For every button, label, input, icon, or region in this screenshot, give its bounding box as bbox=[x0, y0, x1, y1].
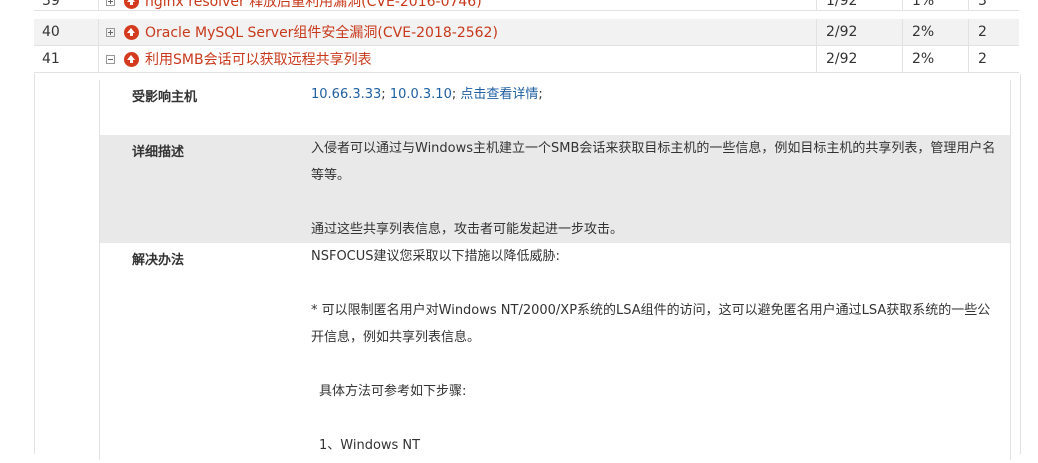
host-percent: 2% bbox=[912, 51, 935, 67]
description-row: 详细描述 入侵者可以通过与Windows主机建立一个SMB会话来获取目标主机的一… bbox=[100, 135, 1010, 243]
description-label: 详细描述 bbox=[132, 145, 185, 160]
host-ratio: 2/92 bbox=[826, 51, 858, 67]
solution-text: 1、Windows NT bbox=[319, 438, 421, 453]
vuln-detail-panel: 受影响主机 10.66.3.33; 10.0.3.10; 点击查看详情; 详细描… bbox=[34, 74, 1021, 460]
description-text: 通过这些共享列表信息，攻击者可能发起进一步攻击。 bbox=[311, 222, 624, 237]
expand-icon[interactable] bbox=[106, 0, 115, 6]
high-risk-icon bbox=[124, 51, 139, 67]
vuln-name-link[interactable]: Oracle MySQL Server组件安全漏洞(CVE-2018-2562) bbox=[145, 22, 498, 42]
row-index: 39 bbox=[42, 0, 60, 9]
solution-text: NSFOCUS建议您采取以下措施以降低威胁: bbox=[311, 249, 560, 264]
vuln-name-link[interactable]: 利用SMB会话可以获取远程共享列表 bbox=[145, 49, 372, 69]
high-risk-icon bbox=[124, 24, 139, 40]
row-index: 40 bbox=[42, 24, 60, 40]
vuln-detail-table: 受影响主机 10.66.3.33; 10.0.3.10; 点击查看详情; 详细描… bbox=[99, 80, 1011, 460]
view-details-link[interactable]: 点击查看详情 bbox=[460, 87, 538, 102]
host-percent: 1% bbox=[912, 0, 935, 9]
solution-row: 解决办法 NSFOCUS建议您采取以下措施以降低威胁: * 可以限制匿名用户对W… bbox=[100, 243, 1010, 463]
separator: ; bbox=[451, 87, 457, 102]
table-row: 41 利用SMB会话可以获取远程共享列表 2/92 2% 2 bbox=[34, 46, 1019, 73]
high-risk-icon bbox=[124, 0, 139, 9]
host-ratio: 2/92 bbox=[826, 24, 858, 40]
host-percent: 2% bbox=[912, 24, 935, 40]
description-text: 入侵者可以通过与Windows主机建立一个SMB会话来获取目标主机的一些信息，例… bbox=[311, 141, 996, 183]
separator: ; bbox=[381, 87, 386, 102]
collapse-icon[interactable] bbox=[106, 54, 115, 64]
expand-icon[interactable] bbox=[106, 27, 115, 37]
host-ratio: 1/92 bbox=[826, 0, 858, 9]
affected-hosts-label: 受影响主机 bbox=[132, 90, 198, 105]
vuln-name-link[interactable]: nginx resolver 释放后重利用漏洞(CVE-2016-0746) bbox=[145, 0, 482, 11]
solution-text: 具体方法可参考如下步骤: bbox=[319, 384, 467, 399]
host-link[interactable]: 10.66.3.33 bbox=[311, 87, 381, 102]
occurrence-count: 2 bbox=[978, 24, 987, 40]
host-link[interactable]: 10.0.3.10 bbox=[390, 87, 452, 102]
separator: ; bbox=[538, 87, 543, 102]
table-row: 39 nginx resolver 释放后重利用漏洞(CVE-2016-0746… bbox=[34, 0, 1019, 11]
occurrence-count: 3 bbox=[978, 0, 987, 9]
occurrence-count: 2 bbox=[978, 51, 987, 67]
affected-hosts-row: 受影响主机 10.66.3.33; 10.0.3.10; 点击查看详情; bbox=[100, 80, 1010, 136]
row-index: 41 bbox=[42, 51, 60, 67]
solution-label: 解决办法 bbox=[132, 253, 185, 268]
solution-text: * 可以限制匿名用户对Windows NT/2000/XP系统的LSA组件的访问… bbox=[311, 303, 991, 345]
table-row: 40 Oracle MySQL Server组件安全漏洞(CVE-2018-25… bbox=[34, 19, 1019, 46]
